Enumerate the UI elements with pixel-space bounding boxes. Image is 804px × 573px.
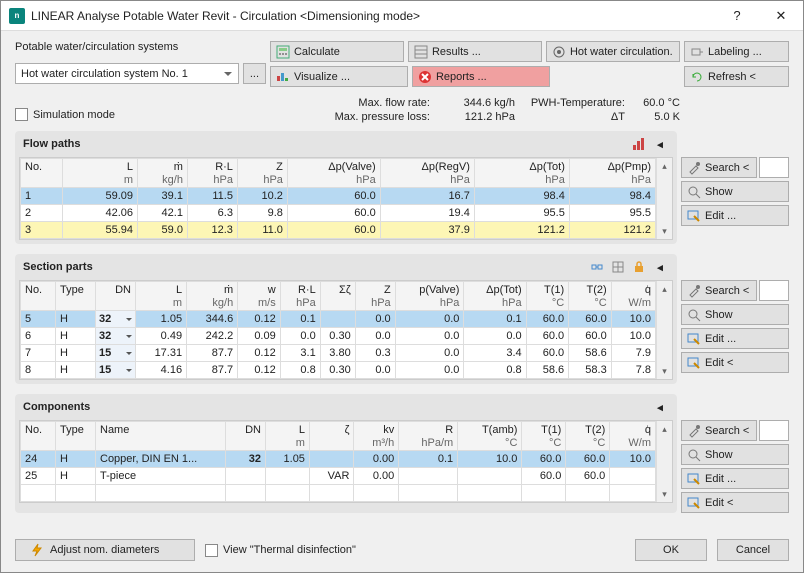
edit-icon — [687, 356, 701, 370]
dn-dropdown[interactable]: 15 — [96, 362, 136, 379]
table-row: 24HCopper, DIN EN 1...321.050.000.110.06… — [21, 451, 656, 468]
edit-button[interactable]: Edit ... — [681, 205, 789, 226]
table-row: 7H1517.3187.70.123.13.800.30.03.460.058.… — [21, 345, 656, 362]
dn-dropdown[interactable]: 32 — [96, 311, 136, 328]
visualize-icon — [276, 70, 290, 84]
dn-dropdown[interactable]: 32 — [96, 328, 136, 345]
visualize-button[interactable]: Visualize ... — [270, 66, 408, 87]
components-panel: Components ◂ No.TypeNameDNLζkvRT(amb)T(1… — [15, 394, 677, 513]
edit-icon — [687, 209, 701, 223]
summary-stats: Max. flow rate:344.6 kg/hPWH-Temperature… — [270, 97, 680, 123]
window-title: LINEAR Analyse Potable Water Revit - Cir… — [31, 9, 420, 23]
refresh-button[interactable]: Refresh < — [684, 66, 789, 87]
grid-icon[interactable] — [609, 258, 627, 276]
table-row: 8H154.1687.70.120.80.300.00.00.858.658.3… — [21, 362, 656, 379]
refresh-icon — [690, 70, 704, 84]
close-button[interactable]: ✕ — [759, 1, 803, 31]
flow-paths-title: Flow paths — [23, 138, 80, 150]
lightning-icon — [30, 543, 44, 557]
flow-paths-panel: Flow paths ◂ No.LṁR·LZΔp(Valve)Δp(RegV)Δ… — [15, 131, 677, 244]
show-button[interactable]: Show — [681, 444, 789, 465]
checkbox-icon — [205, 544, 218, 557]
components-title: Components — [23, 401, 90, 413]
checkbox-icon — [15, 108, 28, 121]
ok-button[interactable]: OK — [635, 539, 707, 561]
calculate-button[interactable]: Calculate — [270, 41, 404, 62]
edit-group-button[interactable]: Edit < — [681, 492, 789, 513]
show-button[interactable]: Show — [681, 304, 789, 325]
labeling-button[interactable]: Labeling ... — [684, 41, 789, 62]
magnify-icon — [687, 448, 701, 462]
table-row: 25HT-pieceVAR0.0060.060.0 — [21, 468, 656, 485]
lock-icon[interactable] — [630, 258, 648, 276]
cancel-button[interactable]: Cancel — [717, 539, 789, 561]
collapse-icon[interactable]: ◂ — [651, 398, 669, 416]
section-parts-title: Section parts — [23, 261, 93, 273]
hot-water-button[interactable]: Hot water circulation. — [546, 41, 680, 62]
titlebar: n LINEAR Analyse Potable Water Revit - C… — [1, 1, 803, 31]
scrollbar[interactable]: ▴▾ — [656, 281, 672, 379]
magnify-icon — [687, 185, 701, 199]
collapse-icon[interactable]: ◂ — [651, 135, 669, 153]
simulation-mode-checkbox[interactable]: Simulation mode — [15, 108, 266, 121]
edit-icon — [687, 332, 701, 346]
tool-icon[interactable] — [588, 258, 606, 276]
eyedropper-icon — [687, 161, 701, 175]
collapse-icon[interactable]: ◂ — [651, 258, 669, 276]
reports-icon — [418, 70, 432, 84]
results-icon — [414, 45, 428, 59]
gear-icon — [552, 45, 566, 59]
section-parts-panel: Section parts ◂ No.TypeDNLṁwR·LΣζZp(Valv… — [15, 254, 677, 384]
table-row: 6H320.49242.20.090.00.300.00.00.060.060.… — [21, 328, 656, 345]
components-table[interactable]: No.TypeNameDNLζkvRT(amb)T(1)T(2)q̇ mm³/h… — [20, 421, 656, 502]
search-input[interactable] — [759, 157, 789, 178]
edit-icon — [687, 472, 701, 486]
edit-button[interactable]: Edit ... — [681, 468, 789, 489]
scrollbar[interactable]: ▴▾ — [656, 421, 672, 502]
search-button[interactable]: Search < — [681, 420, 757, 441]
reports-button[interactable]: Reports ... — [412, 66, 550, 87]
systems-label: Potable water/circulation systems — [15, 41, 266, 53]
app-logo-icon: n — [9, 8, 25, 24]
search-input[interactable] — [759, 280, 789, 301]
help-button[interactable]: ? — [715, 1, 759, 31]
edit-button[interactable]: Edit ... — [681, 328, 789, 349]
table-row: 355.9459.012.311.060.037.9121.2121.2 — [21, 222, 656, 239]
dn-dropdown[interactable]: 15 — [96, 345, 136, 362]
table-row: 159.0939.111.510.260.016.798.498.4 — [21, 188, 656, 205]
magnify-icon — [687, 308, 701, 322]
edit-icon — [687, 496, 701, 510]
calculate-icon — [276, 45, 290, 59]
system-browse-button[interactable]: ... — [243, 63, 266, 84]
flow-paths-table[interactable]: No.LṁR·LZΔp(Valve)Δp(RegV)Δp(Tot)Δp(Pmp)… — [20, 158, 656, 239]
edit-group-button[interactable]: Edit < — [681, 352, 789, 373]
eyedropper-icon — [687, 284, 701, 298]
scrollbar[interactable]: ▴▾ — [656, 158, 672, 239]
thermal-disinfection-checkbox[interactable]: View "Thermal disinfection" — [205, 544, 356, 557]
table-row: 5H321.05344.60.120.10.00.00.160.060.010.… — [21, 311, 656, 328]
chart-icon[interactable] — [630, 135, 648, 153]
label-icon — [690, 45, 704, 59]
search-button[interactable]: Search < — [681, 280, 757, 301]
table-row — [21, 485, 656, 502]
table-row: 242.0642.16.39.860.019.495.595.5 — [21, 205, 656, 222]
search-input[interactable] — [759, 420, 789, 441]
show-button[interactable]: Show — [681, 181, 789, 202]
adjust-diameters-button[interactable]: Adjust nom. diameters — [15, 539, 195, 561]
search-button[interactable]: Search < — [681, 157, 757, 178]
system-combo[interactable]: Hot water circulation system No. 1 — [15, 63, 239, 84]
eyedropper-icon — [687, 424, 701, 438]
section-parts-table[interactable]: No.TypeDNLṁwR·LΣζZp(Valve)Δp(Tot)T(1)T(2… — [20, 281, 656, 379]
results-button[interactable]: Results ... — [408, 41, 542, 62]
